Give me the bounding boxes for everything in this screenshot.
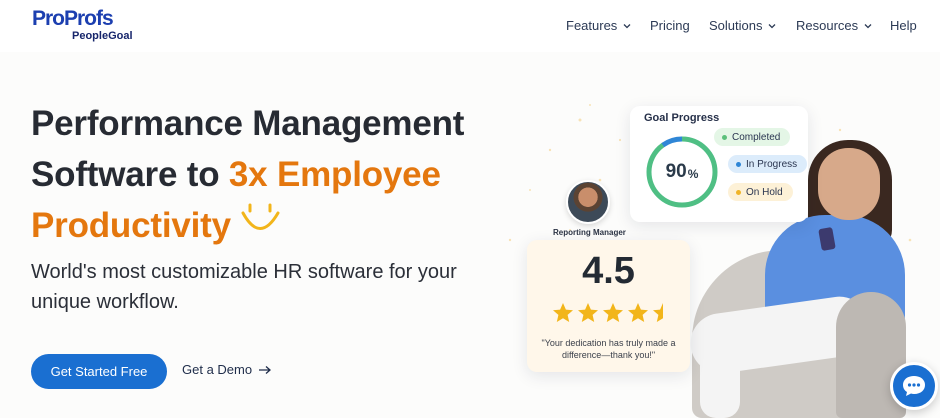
star-icon (553, 303, 573, 322)
nav-item-label: Help (890, 18, 917, 33)
progress-percent-sign: % (687, 167, 699, 181)
status-pill-completed: Completed (714, 128, 791, 146)
site-header: ProProfs PeopleGoal Features Pricing Sol… (0, 0, 940, 52)
progress-percent: 90% (642, 132, 722, 212)
status-label: In Progress (746, 158, 798, 170)
hero-subtitle: World's most customizable HR software fo… (31, 261, 457, 313)
chat-button[interactable] (890, 362, 938, 410)
chat-bubble-icon (903, 376, 925, 396)
nav-item-features[interactable]: Features (566, 18, 632, 33)
star-rating (552, 302, 674, 323)
get-demo-label: Get a Demo (182, 362, 253, 377)
chevron-down-icon (864, 23, 872, 28)
rating-quote: "Your dedication has truly made a differ… (541, 338, 676, 360)
rating-value: 4.5 (582, 250, 635, 292)
nav-item-label: Features (566, 18, 618, 33)
avatar (566, 180, 610, 224)
smile-icon (241, 203, 280, 230)
progress-percent-value: 90 (665, 161, 687, 182)
person-leg-shape (700, 345, 740, 418)
nav-item-label: Solutions (709, 18, 763, 33)
nav-item-pricing[interactable]: Pricing (650, 18, 690, 33)
star-icon (653, 303, 663, 322)
goal-progress-card: Goal Progress 90% Completed In Progress … (630, 106, 808, 222)
star-icon (578, 303, 598, 322)
main-nav: Features Pricing Solutions Resources Hel… (0, 18, 940, 36)
nav-item-help[interactable]: Help (890, 18, 917, 33)
rating-card: 4.5 "Your dedication has truly made a di… (527, 240, 690, 372)
arrow-right-icon (259, 365, 272, 374)
reporting-manager: Reporting Manager (553, 180, 626, 237)
get-demo-link[interactable]: Get a Demo (182, 362, 272, 377)
get-started-button[interactable]: Get Started Free (31, 354, 167, 389)
status-label: On Hold (746, 186, 783, 198)
person-face-shape (818, 148, 880, 220)
star-icon (603, 303, 623, 322)
nav-item-label: Resources (796, 18, 859, 33)
status-label: Completed (732, 131, 781, 143)
hero-title-line-1: Performance Management (31, 104, 465, 143)
nav-item-solutions[interactable]: Solutions (709, 18, 777, 33)
status-pill-on-hold: On Hold (728, 183, 793, 201)
nav-item-label: Pricing (650, 18, 690, 33)
chevron-down-icon (623, 23, 631, 28)
manager-label: Reporting Manager (553, 228, 626, 237)
nav-item-resources[interactable]: Resources (796, 18, 873, 33)
chevron-down-icon (769, 23, 776, 28)
hero-title-plain: Software to (31, 155, 229, 194)
hero-title-line-2: Software to 3x Employee (31, 149, 501, 200)
status-dot (722, 134, 727, 140)
status-dot (736, 189, 741, 195)
hero-title-accent: 3x Employee (228, 155, 441, 194)
goal-progress-title: Goal Progress (644, 112, 720, 124)
status-pill-in-progress: In Progress (728, 155, 808, 173)
status-dot (736, 161, 741, 167)
star-icon (628, 303, 648, 322)
